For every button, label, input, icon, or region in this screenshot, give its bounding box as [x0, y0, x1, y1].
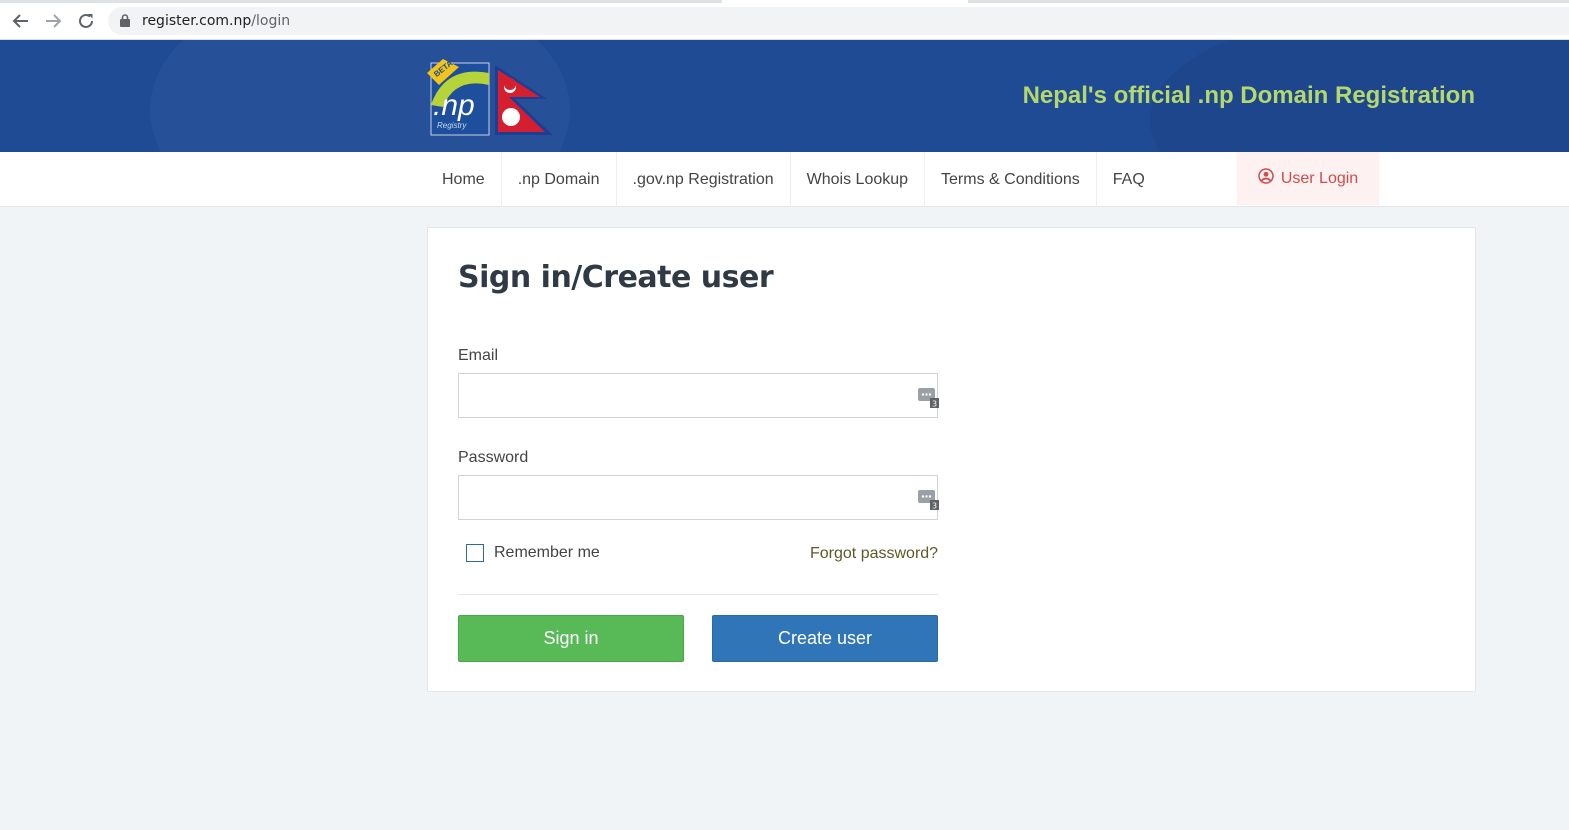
remember-me-checkbox[interactable]: [466, 544, 484, 562]
url-path: /login: [251, 13, 291, 29]
forward-icon[interactable]: [41, 9, 65, 33]
address-bar[interactable]: register.com.np/login: [108, 7, 1569, 35]
forgot-password-link[interactable]: Forgot password?: [810, 545, 938, 563]
site-tagline: Nepal's official .np Domain Registration: [1022, 82, 1475, 109]
nav-item-np-domain[interactable]: .np Domain: [502, 152, 617, 207]
url-text: register.com.np/login: [142, 13, 290, 29]
logo-sub-text: Registry: [437, 121, 467, 130]
nav-item-terms-conditions[interactable]: Terms & Conditions: [925, 152, 1097, 207]
user-login-label: User Login: [1280, 169, 1359, 187]
login-card: Sign in/Create user Email 3 Password 3 R…: [427, 227, 1476, 692]
remember-me-label[interactable]: Remember me: [494, 544, 600, 562]
password-manager-badge: 3: [932, 400, 937, 409]
site-header: BETA .np Registry Nepal's official .np D…: [0, 40, 1569, 152]
password-manager-icon[interactable]: 3: [917, 386, 941, 410]
back-icon[interactable]: [9, 9, 33, 33]
password-label: Password: [458, 449, 529, 466]
page-title: Sign in/Create user: [458, 260, 774, 295]
reload-icon[interactable]: [74, 9, 98, 33]
password-input[interactable]: [459, 476, 937, 519]
nav-item-gov-np-registration[interactable]: .gov.np Registration: [617, 152, 791, 207]
logo-text: .np: [433, 89, 475, 122]
user-circle-icon: [1258, 168, 1274, 189]
email-label: Email: [458, 347, 499, 364]
nav-item-faq[interactable]: FAQ: [1097, 152, 1161, 207]
url-host: register.com.np: [142, 13, 252, 29]
create-user-button[interactable]: Create user: [712, 615, 938, 662]
sign-in-button[interactable]: Sign in: [458, 615, 684, 662]
form-divider: [458, 594, 938, 595]
nav-item-home[interactable]: Home: [426, 152, 502, 207]
password-manager-icon[interactable]: 3: [917, 488, 941, 512]
password-field-wrapper: 3: [458, 475, 941, 520]
email-field-wrapper: 3: [458, 373, 941, 418]
email-input[interactable]: [459, 374, 937, 417]
browser-toolbar: register.com.np/login: [0, 0, 1569, 40]
main-nav: Home .np Domain .gov.np Registration Who…: [0, 152, 1569, 207]
lock-icon: [120, 14, 130, 32]
remember-me: Remember me: [466, 544, 600, 562]
user-login-link[interactable]: User Login: [1237, 152, 1379, 205]
nav-item-whois-lookup[interactable]: Whois Lookup: [791, 152, 926, 207]
password-manager-badge: 3: [932, 502, 937, 511]
tab-strip: [0, 0, 1569, 3]
np-registry-logo[interactable]: BETA .np Registry: [425, 55, 560, 137]
